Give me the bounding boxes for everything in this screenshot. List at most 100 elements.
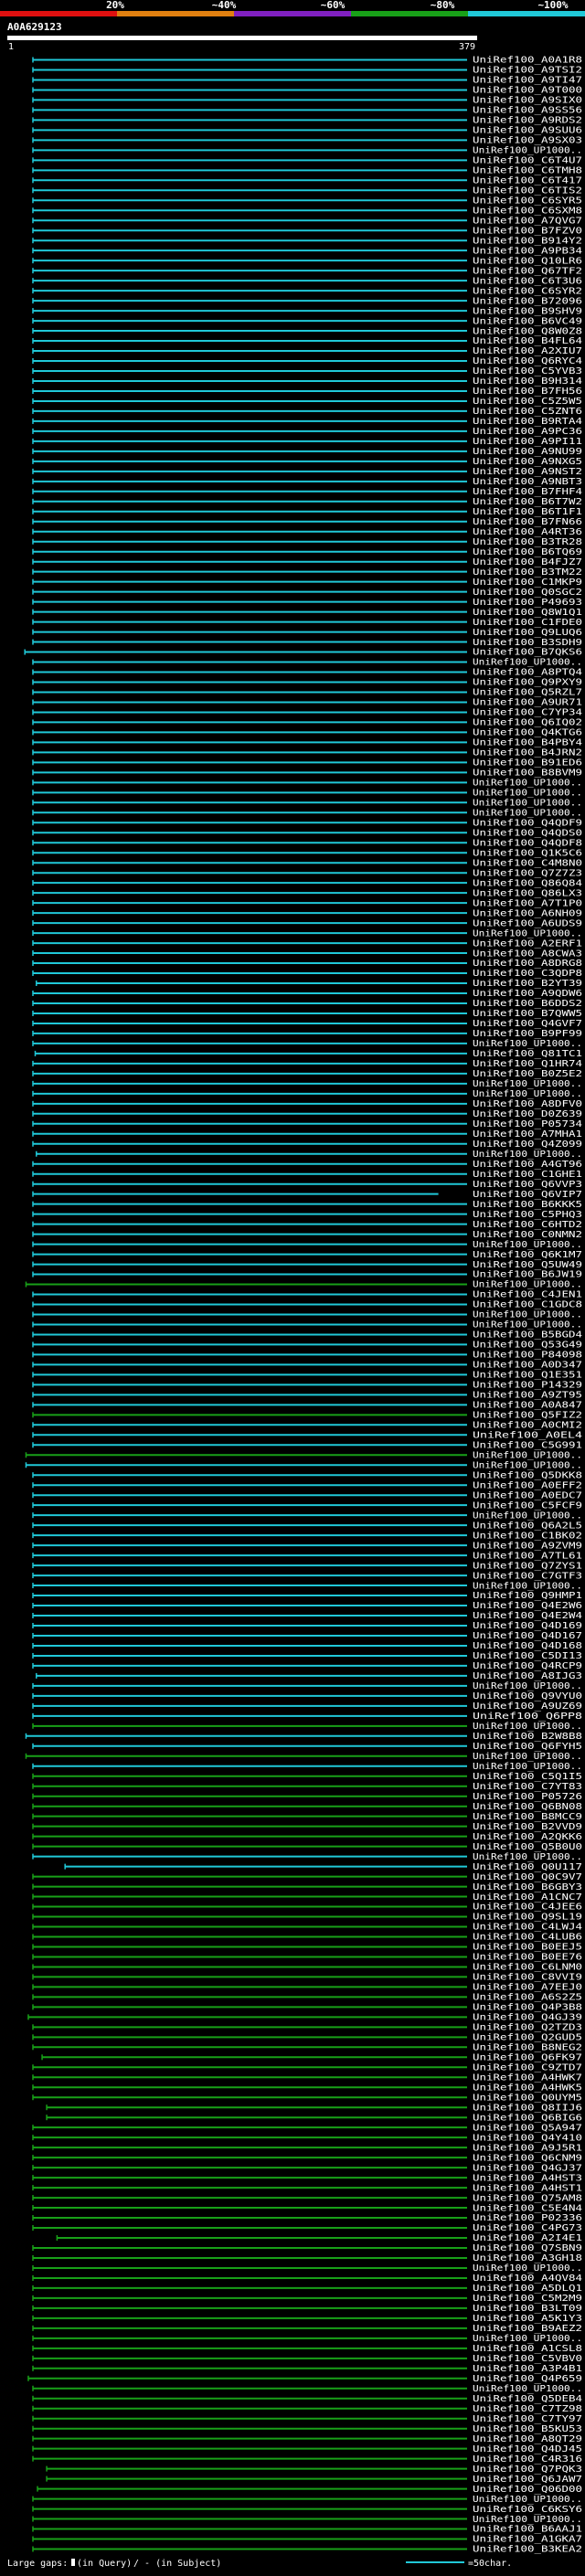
hit-label[interactable]: UniRef100_C5FCF9 [473,1500,582,1511]
hit-label[interactable]: UniRef100_A8DRG8 [473,959,582,969]
hit-label[interactable]: UniRef100_A9SS56 [473,106,582,116]
hit-label[interactable]: UniRef100_B6TQ69 [473,547,582,557]
hit-label[interactable]: UniRef100_A9PC36 [473,427,582,437]
hit-label[interactable]: UniRef100_B3TM22 [473,567,582,578]
hit-label[interactable]: UniRef100_B7QKS6 [473,648,582,658]
hit-label[interactable]: UniRef100_B7QWW5 [473,1009,582,1019]
hit-label[interactable]: UniRef100_Q9LUQ6 [473,628,582,638]
hit-label[interactable]: UniRef100_UP1000.. [473,1752,582,1762]
hit-label[interactable]: UniRef100_B4FL64 [473,336,582,346]
hit-label[interactable]: UniRef100_Q8IIJ6 [473,2103,582,2113]
hit-label[interactable]: UniRef100_P05726 [473,1792,582,1802]
hit-label[interactable]: UniRef100_B6T1F1 [473,507,582,517]
hit-label[interactable]: UniRef100_B6DDS2 [473,999,582,1009]
hit-label[interactable]: UniRef100_Q6VIP7 [473,1190,582,1200]
hit-label[interactable]: UniRef100_UP1000.. [473,2263,582,2274]
hit-label[interactable]: UniRef100_A9SUU6 [473,126,582,136]
hit-label[interactable]: UniRef100_UP1000.. [473,1762,582,1772]
hit-label[interactable]: UniRef100_A9TI47 [473,76,582,86]
hit-label[interactable]: UniRef100_Q4QDS0 [473,828,582,838]
hit-label[interactable]: UniRef100_B6KKK5 [473,1200,582,1210]
hit-label[interactable]: UniRef100_UP1000.. [473,2384,582,2394]
hit-label[interactable]: UniRef100_Q6IQ02 [473,718,582,728]
hit-label[interactable]: UniRef100_B7FN66 [473,517,582,527]
hit-label[interactable]: UniRef100_A9TSI2 [473,66,582,76]
hit-label[interactable]: UniRef100_Q6A2L5 [473,1521,582,1531]
hit-label[interactable]: UniRef100_C6LNM0 [473,1963,582,1973]
hit-label[interactable]: UniRef100_Q86Q84 [473,878,582,888]
hit-label[interactable]: UniRef100_Q4D167 [473,1631,582,1641]
hit-label[interactable]: UniRef100_C6TMH8 [473,166,582,176]
hit-label[interactable]: UniRef100_Q0SGC2 [473,588,582,598]
hit-label[interactable]: UniRef100_A9PI11 [473,437,582,447]
hit-label[interactable]: UniRef100_Q6FYH5 [473,1742,582,1752]
hit-label[interactable]: UniRef100_A8PTQ4 [473,668,582,678]
hit-label[interactable]: UniRef100_C1MKP9 [473,578,582,588]
hit-label[interactable]: UniRef100_B5BGD4 [473,1330,582,1341]
hit-label[interactable]: UniRef100_C5YVB3 [473,366,582,376]
hit-label[interactable]: UniRef100_B4JRN2 [473,748,582,758]
hit-label[interactable]: UniRef100_P49693 [473,598,582,608]
hit-label[interactable]: UniRef100_Q4E2W6 [473,1601,582,1611]
hit-label[interactable]: UniRef100_A8CWA3 [473,949,582,959]
hit-label[interactable]: UniRef100_UP1000.. [473,1089,582,1099]
hit-label[interactable]: UniRef100_A8IJG3 [473,1671,582,1681]
hit-label[interactable]: UniRef100_C7GTF3 [473,1571,582,1581]
hit-label[interactable]: UniRef100_Q5A947 [473,2123,582,2133]
hit-label[interactable]: UniRef100_B6VC49 [473,316,582,326]
hit-label[interactable]: UniRef100_A5K1Y3 [473,2314,582,2324]
hit-label[interactable]: UniRef100_B6GBY3 [473,1882,582,1892]
hit-label[interactable]: UniRef100_B9H314 [473,376,582,387]
hit-label[interactable]: UniRef100_B8BVM9 [473,769,582,779]
hit-label[interactable]: UniRef100_A4HST3 [473,2173,582,2183]
hit-label[interactable]: UniRef100_C5M2M9 [473,2294,582,2304]
hit-label[interactable]: UniRef100_A9T000 [473,86,582,96]
hit-label[interactable]: UniRef100_Q81TC1 [473,1049,582,1059]
hit-label[interactable]: UniRef100_C4M8N0 [473,858,582,868]
hit-label[interactable]: UniRef100_A3GH18 [473,2253,582,2263]
hit-label[interactable]: UniRef100_C0NMN2 [473,1230,582,1240]
hit-label[interactable]: UniRef100_B7FH56 [473,387,582,397]
hit-label[interactable]: UniRef100_B8MCC9 [473,1812,582,1822]
hit-label[interactable]: UniRef100_C5G991 [473,1440,582,1450]
hit-label[interactable]: UniRef100_Q1K5C6 [473,848,582,858]
hit-label[interactable]: UniRef100_Q06D00 [473,2485,582,2495]
hit-label[interactable]: UniRef100_UP1000.. [473,2334,582,2344]
hit-label[interactable]: UniRef100_B3SDH9 [473,638,582,648]
hit-label[interactable]: UniRef100_Q4GJ37 [473,2163,582,2173]
hit-label[interactable]: UniRef100_UP1000.. [473,2495,582,2505]
hit-label[interactable]: UniRef100_A1GKA7 [473,2535,582,2545]
hit-label[interactable]: UniRef100_Q1HR74 [473,1059,582,1069]
hit-label[interactable]: UniRef100_P05734 [473,1119,582,1129]
hit-label[interactable]: UniRef100_B0EEJ5 [473,1943,582,1953]
hit-label[interactable]: UniRef100_B9RTA4 [473,417,582,427]
hit-label[interactable]: UniRef100_Q6PP8 [473,1712,582,1722]
hit-label[interactable]: UniRef100_Q5B0U0 [473,1842,582,1852]
hit-label[interactable]: UniRef100_C1GDC8 [473,1300,582,1310]
hit-label[interactable]: UniRef100_Q86LX3 [473,888,582,898]
hit-label[interactable]: UniRef100_C4JEE6 [473,1903,582,1913]
hit-label[interactable]: UniRef100_UP1000.. [473,928,582,938]
hit-label[interactable]: UniRef100_B8NEG2 [473,2043,582,2053]
hit-label[interactable]: UniRef100_A3P4B1 [473,2364,582,2374]
hit-label[interactable]: UniRef100_B7FHF4 [473,487,582,497]
hit-label[interactable]: UniRef100_P02336 [473,2213,582,2223]
hit-label[interactable]: UniRef100_A0CMI2 [473,1421,582,1431]
hit-label[interactable]: UniRef100_Q9PXY9 [473,678,582,688]
hit-label[interactable]: UniRef100_A2ERF1 [473,938,582,949]
hit-label[interactable]: UniRef100_Q53G49 [473,1341,582,1351]
hit-label[interactable]: UniRef100_B6T7W2 [473,497,582,507]
hit-label[interactable]: UniRef100_Q5RZL7 [473,688,582,698]
hit-label[interactable]: UniRef100_UP1000.. [473,1150,582,1160]
hit-label[interactable]: UniRef100_Q6VVP3 [473,1180,582,1190]
hit-label[interactable]: UniRef100_C9ZTD7 [473,2062,582,2072]
hit-label[interactable]: UniRef100_B0Z5E2 [473,1069,582,1079]
hit-label[interactable]: UniRef100_C5E4N4 [473,2203,582,2213]
hit-label[interactable]: UniRef100_A9QDW6 [473,989,582,999]
hit-label[interactable]: UniRef100_Q1E351 [473,1371,582,1381]
hit-label[interactable]: UniRef100_A7QVG7 [473,216,582,226]
hit-label[interactable]: UniRef100_C5VBV0 [473,2354,582,2364]
hit-label[interactable]: UniRef100_Q5FIZ2 [473,1411,582,1421]
hit-label[interactable]: UniRef100_A9NST2 [473,467,582,477]
hit-label[interactable]: UniRef100_C1FDE0 [473,618,582,628]
